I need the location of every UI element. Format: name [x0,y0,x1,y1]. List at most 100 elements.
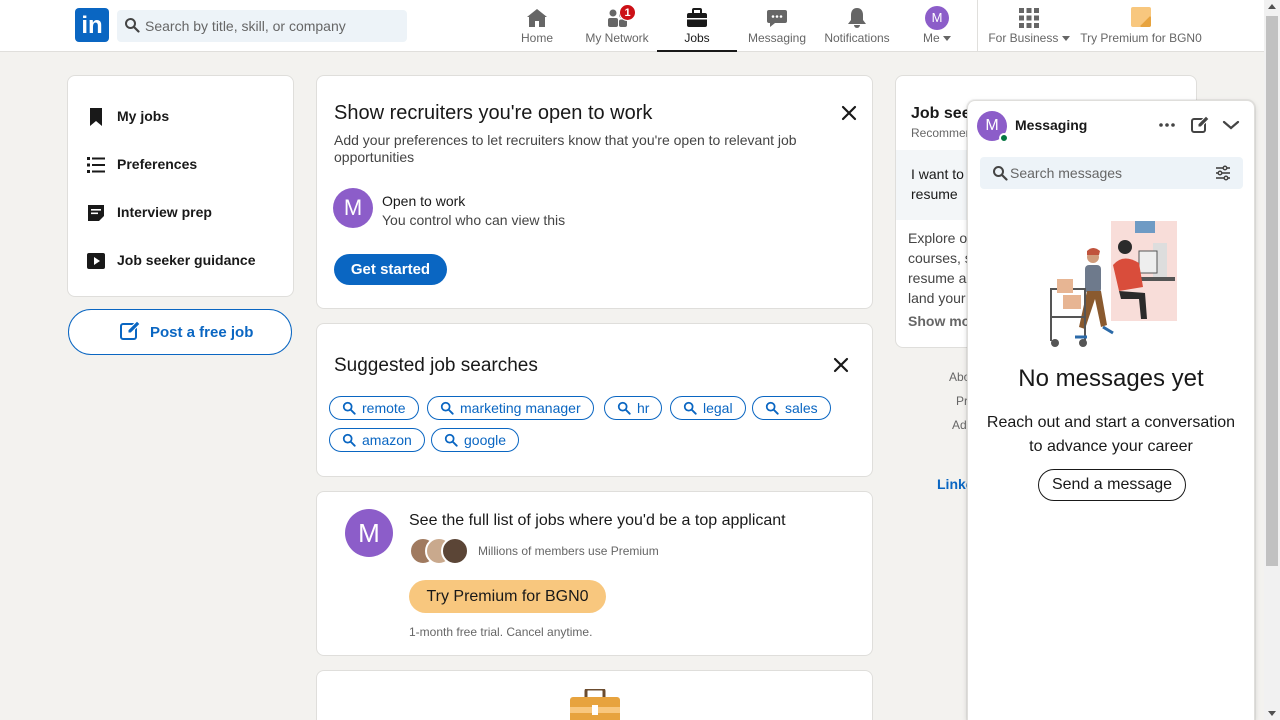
search-icon [440,401,454,415]
nav-home[interactable]: Home [507,0,567,52]
sidebar-item-label: My jobs [117,108,170,124]
scrollbar-thumb[interactable] [1266,16,1278,566]
search-pill-marketing-manager[interactable]: marketing manager [427,396,594,420]
search-icon [765,401,779,415]
card-title: Show recruiters you're open to work [334,102,653,124]
more-options-icon[interactable] [1157,115,1177,135]
nav-label: For Business [984,31,1074,45]
open-to-work-card: Show recruiters you're open to work Add … [316,75,873,309]
home-icon [527,9,547,27]
pill-label: hr [637,400,650,416]
nav-for-business[interactable]: For Business [984,0,1074,52]
chevron-down-icon[interactable] [1221,115,1241,135]
search-messages-input[interactable] [1010,157,1205,189]
nav-messaging[interactable]: Messaging [737,0,817,52]
search-icon [125,18,140,33]
search-icon [993,166,1008,181]
send-message-button[interactable]: Send a message [1038,469,1186,501]
guidance-item-text: I want to resume [911,166,964,202]
page-scrollbar[interactable] [1264,0,1280,720]
online-status-indicator [999,133,1009,143]
search-icon [617,401,631,415]
active-underline [657,50,737,52]
get-started-button[interactable]: Get started [334,254,447,285]
pill-label: remote [362,400,406,416]
pill-label: sales [785,400,818,416]
messages-search[interactable] [980,157,1243,189]
avatar: M [333,188,373,228]
search-pill-amazon[interactable]: amazon [329,428,425,452]
linkedin-logo[interactable]: in [75,8,109,42]
search-pill-legal[interactable]: legal [670,396,746,420]
search-icon [342,433,356,447]
nav-label: My Network [585,31,649,45]
search-input[interactable] [145,10,403,42]
try-premium-button[interactable]: Try Premium for BGN0 [409,580,606,613]
clipboard-icon [88,205,104,221]
briefcase-illustration-icon [570,689,620,720]
nav-notifications[interactable]: Notifications [817,0,897,52]
messaging-icon [767,10,787,27]
messaging-panel: M Messaging No messages yet Reach out an… [967,100,1255,720]
nav-label: Notifications [824,31,890,45]
sidebar-item-label: Job seeker guidance [117,252,256,268]
close-icon[interactable] [841,105,857,121]
nav-label: Messaging [747,31,807,45]
nav-label: Me [907,31,967,45]
list-icon [87,157,105,173]
jobs-card-partial [316,670,873,720]
sidebar-item-label: Preferences [117,156,198,172]
briefcase-icon [687,8,707,27]
avatar: M [925,6,949,30]
chevron-down-icon [943,36,951,42]
member-avatar [441,537,469,565]
pill-label: amazon [362,432,412,448]
bookmark-icon [90,108,102,126]
card-title: Suggested job searches [334,355,538,376]
open-to-work-heading: Open to work [382,193,466,209]
members-text: Millions of members use Premium [478,544,659,558]
footer-link[interactable]: Ad [952,418,967,432]
premium-footnote: 1-month free trial. Cancel anytime. [409,625,593,639]
nav-label: Try Premium for BGN0 [1080,31,1202,45]
open-to-work-subtext: You control who can view this [382,212,566,228]
close-icon[interactable] [833,357,849,373]
pill-label: marketing manager [460,400,581,416]
nav-label: Home [520,31,553,45]
nav-jobs[interactable]: Jobs [657,0,737,52]
avatar: M [345,509,393,557]
post-job-label: Post a free job [150,324,254,341]
card-subtitle: Recommen [911,126,973,140]
suggested-job-searches-card: Suggested job searches remote marketing … [316,323,873,477]
search-pill-google[interactable]: google [431,428,520,452]
nav-my-network[interactable]: 1 My Network [577,0,657,52]
empty-inbox-illustration [1050,221,1177,347]
premium-title: See the full list of jobs where you'd be… [409,512,786,529]
nav-label: Jobs [684,31,710,45]
chevron-down-icon [1061,36,1070,42]
member-faces [409,537,471,565]
post-free-job-button[interactable]: Post a free job [68,309,292,355]
pill-label: legal [703,400,733,416]
premium-upsell-card: M See the full list of jobs where you'd … [316,491,873,656]
scroll-up-icon[interactable] [1268,4,1276,9]
empty-state-text: Reach out and start a conversation to ad… [986,414,1236,455]
search-pill-hr[interactable]: hr [604,396,663,420]
search-icon [683,401,697,415]
empty-state-title: No messages yet [1018,365,1204,392]
nav-try-premium[interactable]: Try Premium for BGN0 [1078,0,1204,52]
show-more-link[interactable]: Show mo [908,313,970,329]
compose-icon[interactable] [1190,115,1210,135]
search-pill-remote[interactable]: remote [329,396,419,420]
nav-me[interactable]: M Me [907,0,967,52]
bell-icon [848,8,866,28]
sidebar-item-label: Interview prep [117,204,212,220]
scroll-down-icon[interactable] [1268,711,1276,716]
search-icon [444,433,458,447]
jobs-sidebar: My jobs Preferences Interview prep Job s… [67,75,294,297]
nav-divider [977,0,978,52]
filter-icon[interactable] [1215,165,1231,181]
search-pill-sales[interactable]: sales [752,396,831,420]
messaging-title[interactable]: Messaging [1015,117,1087,133]
global-search[interactable] [117,10,407,42]
